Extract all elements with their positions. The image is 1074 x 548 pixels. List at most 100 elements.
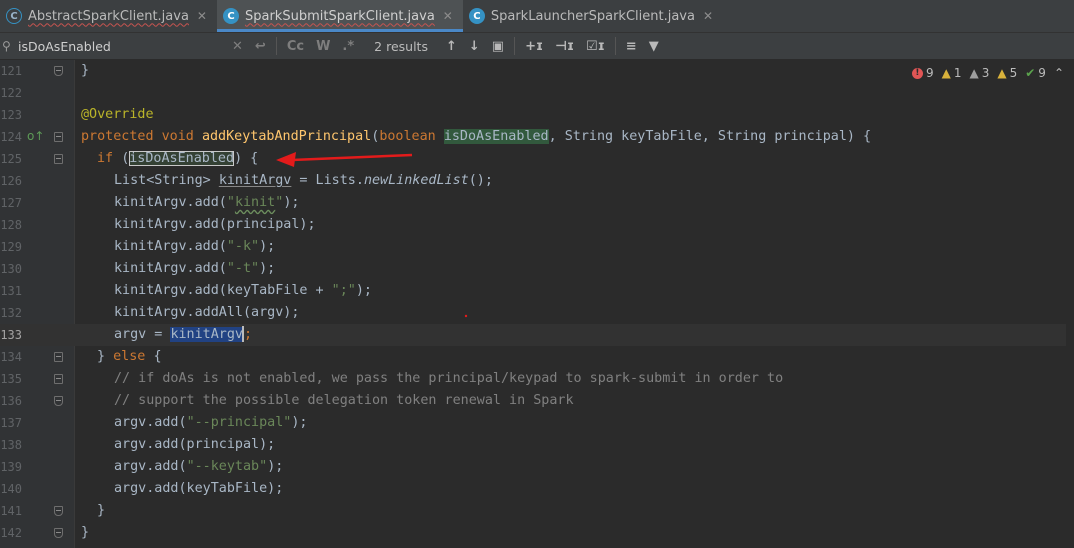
tab-spark-launcher-spark-client[interactable]: C SparkLauncherSparkClient.java ✕ bbox=[463, 0, 723, 32]
new-line-icon[interactable]: ↩ bbox=[249, 39, 272, 54]
line-number: 133 bbox=[0, 328, 22, 342]
line-number: 126 bbox=[0, 174, 22, 188]
open-in-window-icon[interactable]: ▣ bbox=[486, 39, 510, 54]
code-line[interactable]: 140 argv.add(keyTabFile); bbox=[0, 478, 1074, 500]
code-line[interactable]: 126 List<String> kinitArgv = Lists.newLi… bbox=[0, 170, 1074, 192]
fold-marker-icon[interactable] bbox=[54, 396, 63, 406]
code-line[interactable]: 125 if (isDoAsEnabled) { bbox=[0, 148, 1074, 170]
line-number: 129 bbox=[0, 240, 22, 254]
line-number: 132 bbox=[0, 306, 22, 320]
code-text: List<String> kinitArgv = Lists.newLinked… bbox=[114, 173, 493, 188]
line-number: 123 bbox=[0, 108, 22, 122]
previous-occurrence-button[interactable]: ↑ bbox=[440, 39, 463, 54]
tab-label: SparkLauncherSparkClient.java bbox=[490, 8, 695, 24]
line-number: 121 bbox=[0, 64, 22, 78]
line-number: 130 bbox=[0, 262, 22, 276]
code-text: argv.add(principal); bbox=[114, 437, 276, 452]
code-line[interactable]: 136 // support the possible delegation t… bbox=[0, 390, 1074, 412]
code-text: kinitArgv.addAll(argv); bbox=[114, 305, 300, 320]
class-icon: C bbox=[468, 8, 485, 24]
line-number: 125 bbox=[0, 152, 22, 166]
code-line[interactable]: 130 kinitArgv.add("-t"); bbox=[0, 258, 1074, 280]
code-line[interactable]: 127 kinitArgv.add("kinit"); bbox=[0, 192, 1074, 214]
class-icon: C bbox=[222, 8, 239, 24]
close-icon[interactable]: ✕ bbox=[703, 9, 713, 23]
close-icon[interactable]: ✕ bbox=[197, 9, 207, 23]
fold-marker-icon[interactable] bbox=[54, 154, 63, 164]
code-line[interactable]: 135 // if doAs is not enabled, we pass t… bbox=[0, 368, 1074, 390]
line-number: 128 bbox=[0, 218, 22, 232]
code-comment: // if doAs is not enabled, we pass the p… bbox=[114, 371, 784, 386]
code-line[interactable]: 142 } bbox=[0, 522, 1074, 544]
code-line[interactable]: 121 } bbox=[0, 60, 1074, 82]
next-occurrence-button[interactable]: ↓ bbox=[463, 39, 486, 54]
abstract-class-icon: C bbox=[6, 8, 22, 24]
code-text: if (isDoAsEnabled) { bbox=[97, 151, 259, 166]
code-text: kinitArgv.add("-t"); bbox=[114, 261, 276, 276]
line-number: 137 bbox=[0, 416, 22, 430]
code-line[interactable]: 124 o↑ protected void addKeytabAndPrinci… bbox=[0, 126, 1074, 148]
code-line[interactable]: 132 kinitArgv.addAll(argv); bbox=[0, 302, 1074, 324]
code-text: kinitArgv.add("kinit"); bbox=[114, 195, 300, 210]
match-case-button[interactable]: Cc bbox=[281, 39, 310, 54]
code-text: } bbox=[81, 63, 90, 78]
filter-icon[interactable]: ▼ bbox=[643, 39, 665, 54]
line-number: 124 bbox=[0, 130, 22, 144]
select-all-occurrences-button[interactable]: ☑ɪ bbox=[580, 39, 611, 54]
code-line-current[interactable]: 133 argv = kinitArgv; bbox=[0, 324, 1074, 346]
line-number: 140 bbox=[0, 482, 22, 496]
fold-marker-icon[interactable] bbox=[54, 528, 63, 538]
regex-button[interactable]: .* bbox=[336, 39, 360, 54]
code-line[interactable]: 123 @Override bbox=[0, 104, 1074, 126]
divider bbox=[514, 37, 516, 55]
close-icon[interactable]: ✕ bbox=[443, 9, 453, 23]
code-text: protected void addKeytabAndPrincipal(boo… bbox=[81, 129, 872, 144]
tab-label: SparkSubmitSparkClient.java bbox=[244, 8, 435, 24]
code-text: argv.add("--keytab"); bbox=[114, 459, 284, 474]
code-line[interactable]: 137 argv.add("--principal"); bbox=[0, 412, 1074, 434]
add-occurrence-button[interactable]: +ɪ bbox=[519, 39, 549, 54]
code-line[interactable]: 138 argv.add(principal); bbox=[0, 434, 1074, 456]
line-number: 131 bbox=[0, 284, 22, 298]
code-text: kinitArgv.add("-k"); bbox=[114, 239, 276, 254]
code-line[interactable]: 128 kinitArgv.add(principal); bbox=[0, 214, 1074, 236]
code-line[interactable]: 129 kinitArgv.add("-k"); bbox=[0, 236, 1074, 258]
fold-marker-icon[interactable] bbox=[54, 66, 63, 76]
code-line[interactable]: 131 kinitArgv.add(keyTabFile + ";"); bbox=[0, 280, 1074, 302]
override-method-icon[interactable]: o↑ bbox=[27, 129, 44, 143]
line-number: 138 bbox=[0, 438, 22, 452]
vertical-scrollbar[interactable] bbox=[1066, 60, 1074, 548]
divider bbox=[275, 37, 277, 55]
tab-abstract-spark-client[interactable]: C AbstractSparkClient.java ✕ bbox=[0, 0, 217, 32]
search-results-count: 2 results bbox=[374, 38, 428, 54]
line-number: 141 bbox=[0, 504, 22, 518]
code-text: } else { bbox=[97, 349, 162, 364]
filter-results-icon[interactable]: ≡ bbox=[620, 39, 643, 54]
tab-label: AbstractSparkClient.java bbox=[28, 8, 189, 24]
line-number: 122 bbox=[0, 86, 22, 100]
code-text: kinitArgv.add(keyTabFile + ";"); bbox=[114, 283, 372, 298]
search-icon[interactable]: ⚲ bbox=[2, 39, 18, 53]
code-line[interactable]: 141 } bbox=[0, 500, 1074, 522]
code-editor[interactable]: ! 9 ▲ 1 ▲ 3 ▲ 5 ✔ 9 ⌃ 121 } 122 123 @Override… bbox=[0, 60, 1074, 548]
tab-spark-submit-spark-client[interactable]: C SparkSubmitSparkClient.java ✕ bbox=[216, 0, 463, 32]
code-line[interactable]: 134 } else { bbox=[0, 346, 1074, 368]
line-number: 134 bbox=[0, 350, 22, 364]
fold-marker-icon[interactable] bbox=[54, 352, 63, 362]
search-input[interactable] bbox=[18, 38, 226, 54]
code-text: } bbox=[81, 525, 90, 540]
whole-words-button[interactable]: W bbox=[310, 39, 336, 54]
remove-occurrence-button[interactable]: ⊣ɪ bbox=[549, 39, 580, 54]
code-line[interactable]: 122 bbox=[0, 82, 1074, 104]
code-text: argv.add("--principal"); bbox=[114, 415, 308, 430]
clear-search-button[interactable]: ✕ bbox=[226, 39, 249, 54]
line-number: 136 bbox=[0, 394, 22, 408]
fold-marker-icon[interactable] bbox=[54, 506, 63, 516]
code-text: argv.add(keyTabFile); bbox=[114, 481, 284, 496]
code-line[interactable]: 139 argv.add("--keytab"); bbox=[0, 456, 1074, 478]
code-text: kinitArgv.add(principal); bbox=[114, 217, 316, 232]
line-number: 127 bbox=[0, 196, 22, 210]
line-number: 135 bbox=[0, 372, 22, 386]
fold-marker-icon[interactable] bbox=[54, 374, 63, 384]
fold-marker-icon[interactable] bbox=[54, 132, 63, 142]
